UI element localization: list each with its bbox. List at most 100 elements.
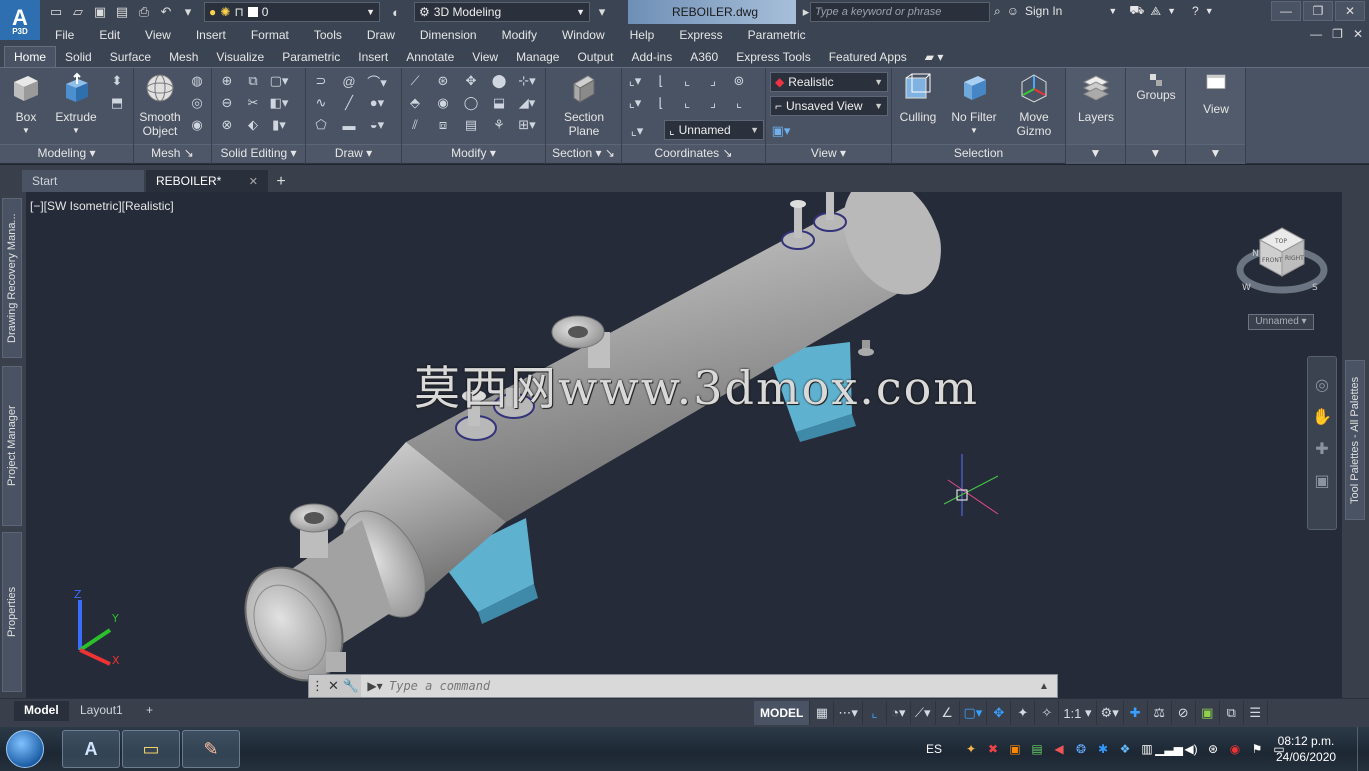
mesh-smooth-more-icon[interactable]: ◍ (188, 72, 206, 90)
mesh-smooth-less-icon[interactable]: ◎ (188, 94, 206, 112)
volume-icon[interactable]: ◀) (1184, 742, 1198, 756)
exchange-icon[interactable]: ⟁ (1150, 4, 1161, 19)
ucs-origin-icon[interactable]: ⌞▾ (626, 94, 644, 112)
stretch-icon[interactable]: ⧈ (434, 116, 452, 134)
viewport-controls-label[interactable]: [−][SW Isometric][Realistic] (30, 199, 174, 213)
line-icon[interactable]: ╱ (340, 94, 358, 112)
taskbar-file-explorer[interactable]: ▭ (122, 730, 180, 768)
add-layout-button[interactable]: + (136, 701, 163, 721)
panel-title-selection[interactable]: Selection (892, 144, 1065, 162)
chevron-down-icon[interactable]: ▼ (1108, 6, 1117, 16)
cart-icon[interactable]: ⛟ (1129, 3, 1144, 19)
steering-wheel-icon[interactable]: ◎ (1315, 375, 1329, 395)
tab-mesh[interactable]: Mesh (160, 47, 207, 67)
ucs-menu-button[interactable]: Unnamed ▾ (1248, 314, 1314, 330)
tab-home[interactable]: Home (4, 46, 57, 67)
wrench-icon[interactable]: 🔧 (343, 678, 359, 694)
tray-network-icon[interactable]: ▥ (1140, 742, 1154, 756)
sign-in-link[interactable]: Sign In (1025, 4, 1062, 18)
panel-title-mesh[interactable]: Mesh ↘ (134, 144, 211, 162)
ucs-y-icon[interactable]: ⌟ (704, 94, 722, 112)
tray-app-icon[interactable]: ✦ (964, 742, 978, 756)
tray-security-icon[interactable]: ⊛ (1206, 742, 1220, 756)
clean-screen-icon[interactable]: ⧉ (1220, 701, 1244, 725)
model-space-button[interactable]: MODEL (754, 701, 811, 725)
groups-button[interactable]: Groups (1130, 72, 1182, 102)
tab-express-tools[interactable]: Express Tools (727, 47, 819, 67)
intersect-icon[interactable]: ⊗ (218, 116, 236, 134)
layout-tab-model[interactable]: Model (14, 701, 69, 721)
saved-view-dropdown[interactable]: ⌐ Unsaved View ▼ (770, 96, 888, 116)
object-snap-icon[interactable]: ▢▾ (960, 701, 988, 725)
show-desktop-button[interactable] (1357, 727, 1369, 771)
taskbar-clock[interactable]: 08:12 p.m. 24/06/2020 (1276, 733, 1336, 765)
snap-icon[interactable]: ⋯▾ (834, 701, 863, 725)
print-icon[interactable]: ⎙ (134, 2, 154, 22)
annotation-monitor-icon[interactable]: ✚ (1124, 701, 1148, 725)
layers-button[interactable]: Layers (1070, 72, 1122, 124)
offset-edge-icon[interactable]: ▢▾ (270, 72, 289, 90)
drawing-recovery-tab[interactable]: Drawing Recovery Mana... (2, 198, 22, 358)
command-prompt-icon[interactable]: ▶▾ (361, 679, 389, 693)
move-icon[interactable]: ✥ (462, 72, 480, 90)
move-gizmo-button[interactable]: Move Gizmo (1008, 72, 1060, 138)
menu-view[interactable]: View (145, 28, 184, 42)
tab-featured-apps[interactable]: Featured Apps (820, 47, 916, 67)
polysolid-icon[interactable]: ⬒ (108, 94, 126, 112)
binoculars-icon[interactable]: ⌕ (994, 4, 1001, 19)
workspace-dropdown[interactable]: ⚙ 3D Modeling ▼ (414, 2, 590, 22)
hardware-accel-icon[interactable]: ▣ (1196, 701, 1220, 725)
panel-title-view[interactable]: View ▾ (766, 144, 891, 162)
ucs-previous-icon[interactable]: ⌞ (678, 72, 696, 90)
menu-tools[interactable]: Tools (314, 28, 355, 42)
tab-addins[interactable]: Add-ins (623, 47, 682, 67)
view-button[interactable]: View (1190, 72, 1242, 116)
layer-dropdown[interactable]: ● ✺ ⊓ 0 ▼ (204, 2, 380, 22)
tab-parametric[interactable]: Parametric (273, 47, 349, 67)
new-tab-button[interactable]: + (270, 172, 292, 192)
tab-annotate[interactable]: Annotate (397, 47, 463, 67)
panel-title-modeling[interactable]: Modeling ▾ (0, 144, 133, 162)
mesh-refine-icon[interactable]: ◉ (188, 116, 206, 134)
tray-flag-icon[interactable]: ⚑ (1250, 742, 1264, 756)
fillet-edge-icon[interactable]: ⟋ (406, 72, 424, 90)
start-button[interactable] (6, 730, 44, 768)
save-as-icon[interactable]: ▤ (112, 2, 132, 22)
panel-title-coordinates[interactable]: Coordinates ↘ (622, 144, 765, 162)
search-input[interactable]: Type a keyword or phrase (810, 2, 990, 22)
panel-title-modify[interactable]: Modify ▾ (402, 144, 545, 162)
layer-match-icon[interactable]: ◐ (386, 2, 406, 22)
box-button[interactable]: Box ▼ (0, 72, 52, 138)
ucs-world-icon[interactable]: ⌊ (652, 72, 670, 90)
tab-output[interactable]: Output (568, 47, 622, 67)
redo-icon[interactable]: ▾ (178, 2, 198, 22)
ucs-x-icon[interactable]: ⌞ (678, 94, 696, 112)
ellipse-icon[interactable]: ◒▾ (368, 116, 386, 134)
menu-insert[interactable]: Insert (196, 28, 239, 42)
ucs-face-icon[interactable]: ⌟ (704, 72, 722, 90)
tab-visualize[interactable]: Visualize (207, 47, 273, 67)
ucs-z-icon[interactable]: ⌞ (730, 94, 748, 112)
subtract-icon[interactable]: ⊖ (218, 94, 236, 112)
annotation-visibility-icon[interactable]: ✦ (1011, 701, 1036, 725)
tab-insert[interactable]: Insert (349, 47, 397, 67)
union-icon[interactable]: ⊕ (218, 72, 236, 90)
tray-tool-icon[interactable]: ✖ (986, 742, 1000, 756)
minimize-icon[interactable]: — (1310, 27, 1322, 41)
arc-icon[interactable]: ⌒▾ (367, 72, 387, 90)
panel-title-solid-editing[interactable]: Solid Editing ▾ (212, 144, 305, 162)
grip-icon[interactable]: ⋮ (311, 678, 324, 694)
qat-more-icon[interactable]: ▾ (592, 2, 612, 22)
pan-hand-icon[interactable]: ✋ (1312, 407, 1332, 427)
signal-bars-icon[interactable]: ▁▃▅ (1155, 742, 1183, 756)
ucs-named-icon[interactable]: ⌞▾ (628, 122, 646, 140)
undo-icon[interactable]: ↶ (156, 2, 176, 22)
taskbar-paint[interactable]: ✎ (182, 730, 240, 768)
slice-icon[interactable]: ✂ (244, 94, 262, 112)
file-tab-reboiler[interactable]: REBOILER* ✕ (146, 170, 268, 192)
new-file-icon[interactable]: ▭ (46, 2, 66, 22)
units-icon[interactable]: ⚖ (1148, 701, 1172, 725)
mirror-icon[interactable]: ◉ (434, 94, 452, 112)
ucs-object-icon[interactable]: ⌊ (652, 94, 670, 112)
rectangle-icon[interactable]: ▬ (340, 116, 358, 134)
